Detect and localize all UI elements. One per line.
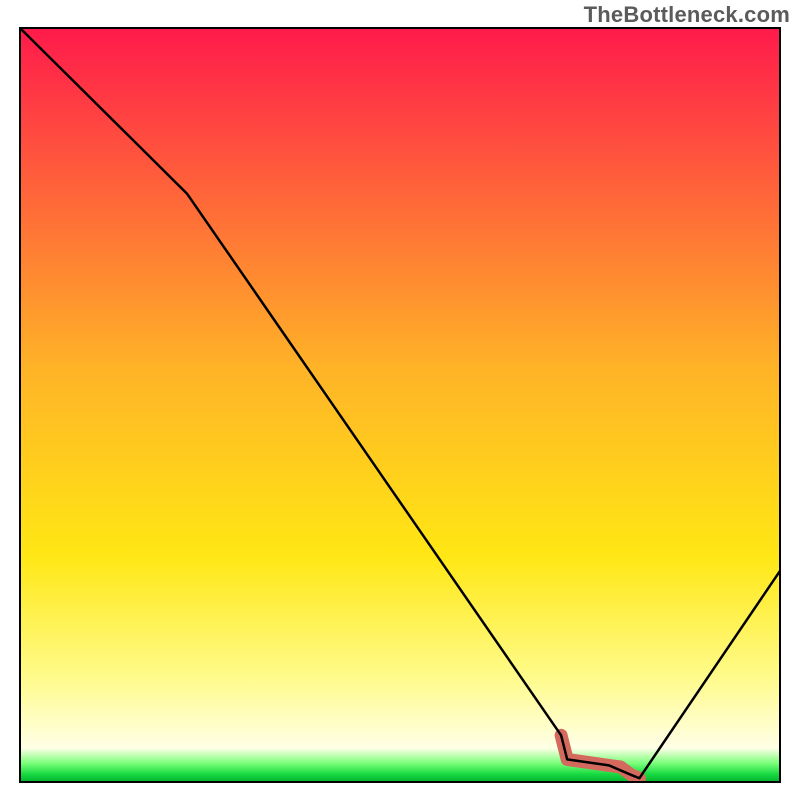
bottleneck-chart — [0, 0, 800, 800]
chart-frame: TheBottleneck.com — [0, 0, 800, 800]
